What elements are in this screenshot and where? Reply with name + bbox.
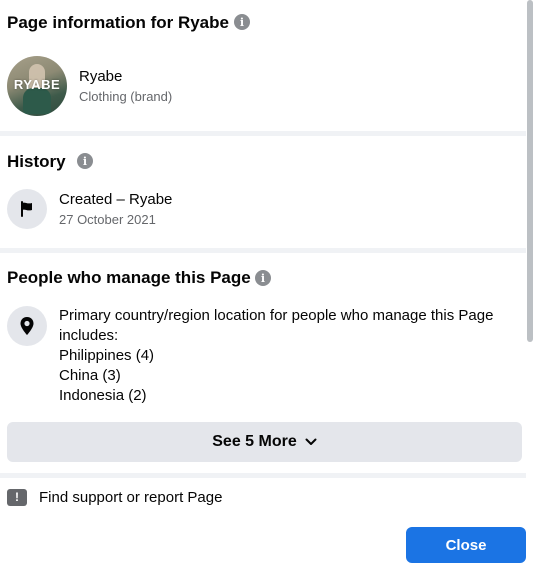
see-more-button[interactable]: See 5 More (7, 422, 522, 462)
manager-location-item: China (3) (59, 367, 121, 384)
find-support-report-label: Find support or report Page (39, 488, 223, 506)
chevron-down-icon (305, 435, 317, 449)
section-divider (0, 473, 526, 478)
info-icon[interactable]: i (255, 270, 271, 286)
section-divider (0, 131, 526, 136)
scrollbar-thumb[interactable] (527, 0, 533, 342)
close-button[interactable]: Close (406, 527, 526, 563)
section-divider (0, 248, 526, 253)
warning-icon: ! (7, 488, 27, 506)
see-more-label: See 5 More (212, 433, 297, 450)
info-icon[interactable]: i (77, 153, 93, 169)
page-info-title: Page information for Ryabe (7, 13, 229, 32)
find-support-report-link[interactable]: ! Find support or report Page (7, 486, 222, 508)
avatar-logo-text: RYABE (13, 77, 61, 92)
history-date: 27 October 2021 (59, 212, 156, 227)
history-title: History (7, 152, 66, 171)
managers-description: Primary country/region location for peop… (59, 306, 521, 406)
flag-icon (7, 189, 47, 229)
scrollbar[interactable] (526, 0, 534, 561)
history-event: Created – Ryabe (59, 191, 173, 208)
page-information-dialog: Page information for Ryabe i RYABE Ryabe… (0, 0, 526, 563)
info-icon[interactable]: i (234, 14, 250, 30)
location-pin-icon (7, 306, 47, 346)
managers-description-line: Primary country/region location for peop… (59, 307, 494, 324)
page-name: Ryabe (79, 68, 123, 85)
avatar[interactable]: RYABE (7, 56, 67, 116)
managers-title: People who manage this Page (7, 268, 251, 287)
managers-description-line: includes: (59, 327, 119, 344)
manager-location-item: Indonesia (2) (59, 387, 147, 404)
manager-location-item: Philippines (4) (59, 347, 155, 364)
page-category: Clothing (brand) (79, 89, 173, 104)
